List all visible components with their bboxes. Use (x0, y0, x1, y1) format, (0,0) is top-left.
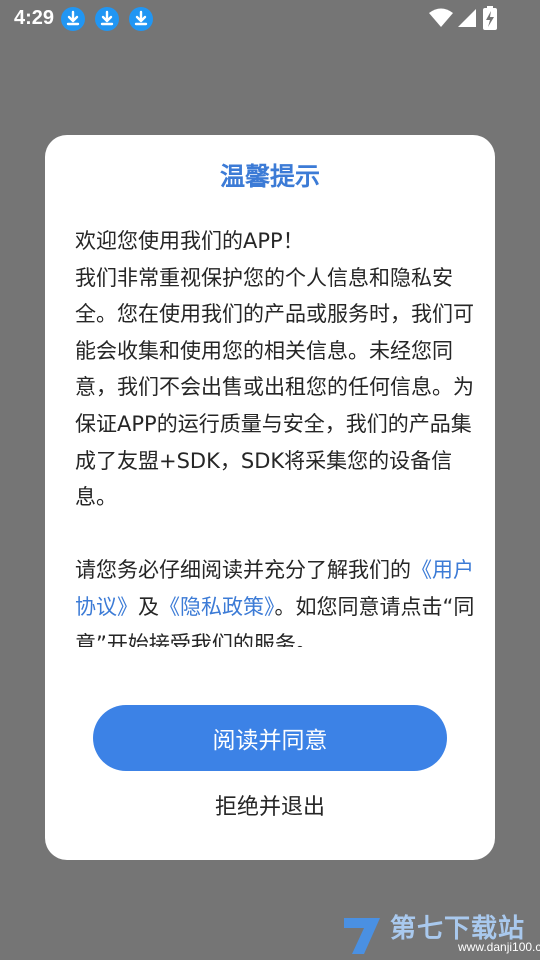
notice-text: 请您务必仔细阅读并充分了解我们的《用户协议》及《隐私政策》。如您同意请点击“同意… (75, 552, 475, 647)
dialog-body[interactable]: 欢迎您使用我们的APP！ 我们非常重视保护您的个人信息和隐私安全。您在使用我们的… (75, 223, 475, 647)
agree-button[interactable]: 阅读并同意 (93, 705, 447, 771)
notice-before: 请您务必仔细阅读并充分了解我们的 (75, 558, 411, 583)
status-time: 4:29 (14, 7, 55, 29)
welcome-text: 欢迎您使用我们的APP！ (75, 229, 304, 253)
download-icon (129, 7, 153, 31)
reject-button[interactable]: 拒绝并退出 (145, 785, 395, 825)
watermark: 第七下载站 www.danji100.com (340, 908, 540, 958)
signal-icon (456, 7, 478, 33)
privacy-policy-link[interactable]: 《隐私政策》 (159, 595, 275, 619)
battery-charging-icon (483, 6, 497, 34)
privacy-dialog: 温馨提示 欢迎您使用我们的APP！ 我们非常重视保护您的个人信息和隐私安全。您在… (45, 135, 495, 860)
wifi-icon (428, 7, 454, 33)
status-bar: 4:29 (0, 0, 540, 38)
watermark-url: www.danji100.com (458, 940, 540, 954)
watermark-logo-icon (344, 918, 380, 954)
privacy-text: 我们非常重视保护您的个人信息和隐私安全。您在使用我们的产品或服务时，我们可能会收… (75, 265, 474, 510)
download-icon (95, 7, 119, 31)
dialog-title: 温馨提示 (219, 162, 320, 191)
notice-and: 及 (138, 594, 159, 619)
download-icon (61, 7, 85, 31)
